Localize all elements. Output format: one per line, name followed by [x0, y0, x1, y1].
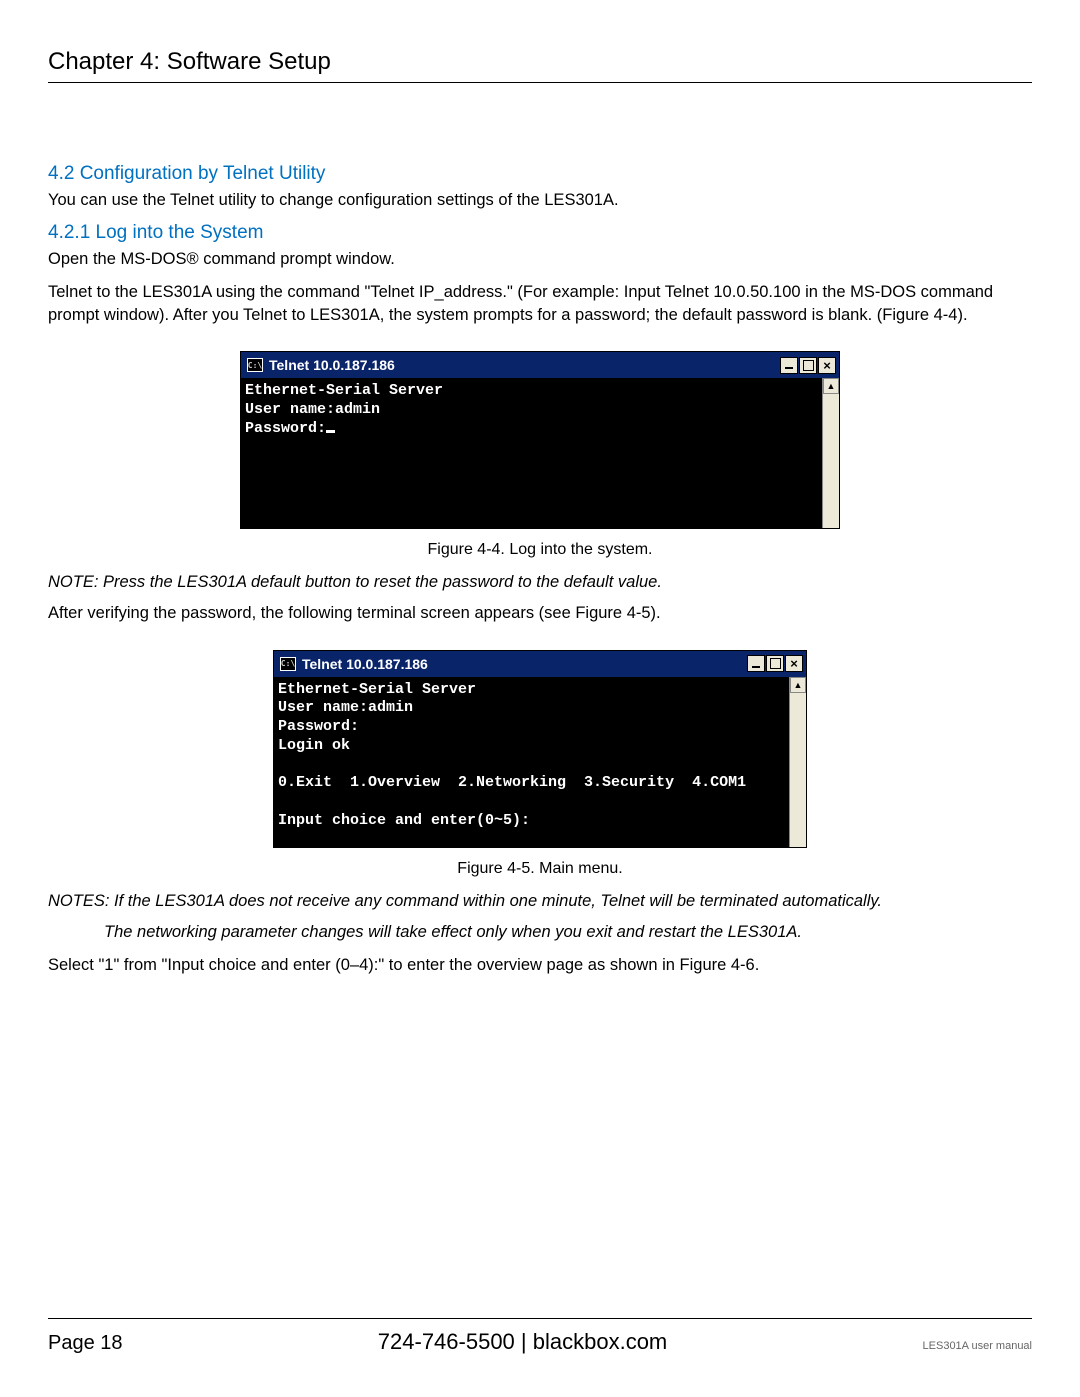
section-heading-4-2: 4.2 Configuration by Telnet Utility [48, 163, 1032, 185]
terminal-window-fig4-4: C:\ Telnet 10.0.187.186 × Ethernet-Seria… [240, 351, 840, 529]
note-text: NOTES: If the LES301A does not receive a… [48, 890, 1032, 913]
minimize-button[interactable] [780, 357, 798, 374]
cmd-icon: C:\ [280, 657, 296, 671]
chapter-title: Chapter 4: Software Setup [48, 48, 1032, 83]
scroll-up-icon[interactable]: ▲ [790, 677, 806, 693]
terminal-output[interactable]: Ethernet-Serial Server User name:admin P… [274, 677, 789, 847]
paragraph: Telnet to the LES301A using the command … [48, 281, 1032, 327]
maximize-button[interactable] [766, 655, 784, 672]
scroll-track[interactable] [790, 693, 806, 847]
terminal-window-fig4-5: C:\ Telnet 10.0.187.186 × Ethernet-Seria… [273, 650, 807, 848]
subsection-heading-4-2-1: 4.2.1 Log into the System [48, 222, 1032, 244]
scrollbar[interactable]: ▲ [822, 378, 839, 528]
terminal-output[interactable]: Ethernet-Serial Server User name:admin P… [241, 378, 822, 528]
window-title: Telnet 10.0.187.186 [302, 656, 747, 672]
figure-caption: Figure 4-4. Log into the system. [48, 541, 1032, 559]
minimize-button[interactable] [747, 655, 765, 672]
cmd-icon: C:\ [247, 358, 263, 372]
figure-caption: Figure 4-5. Main menu. [48, 860, 1032, 878]
page-number: Page 18 [48, 1332, 123, 1355]
manual-label: LES301A user manual [923, 1340, 1032, 1352]
footer-contact: 724-746-5500 | blackbox.com [123, 1329, 923, 1355]
paragraph: Select "1" from "Input choice and enter … [48, 954, 1032, 977]
scrollbar[interactable]: ▲ [789, 677, 806, 847]
cursor-icon [326, 430, 335, 433]
page-footer: Page 18 724-746-5500 | blackbox.com LES3… [48, 1318, 1032, 1355]
paragraph: You can use the Telnet utility to change… [48, 189, 1032, 212]
note-text: The networking parameter changes will ta… [48, 921, 1032, 944]
paragraph: Open the MS-DOS® command prompt window. [48, 248, 1032, 271]
maximize-button[interactable] [799, 357, 817, 374]
scroll-up-icon[interactable]: ▲ [823, 378, 839, 394]
close-button[interactable]: × [818, 357, 836, 374]
window-titlebar[interactable]: C:\ Telnet 10.0.187.186 × [274, 651, 806, 677]
note-text: NOTE: Press the LES301A default button t… [48, 571, 1032, 594]
close-button[interactable]: × [785, 655, 803, 672]
window-titlebar[interactable]: C:\ Telnet 10.0.187.186 × [241, 352, 839, 378]
scroll-track[interactable] [823, 394, 839, 528]
window-title: Telnet 10.0.187.186 [269, 357, 780, 373]
paragraph: After verifying the password, the follow… [48, 602, 1032, 625]
